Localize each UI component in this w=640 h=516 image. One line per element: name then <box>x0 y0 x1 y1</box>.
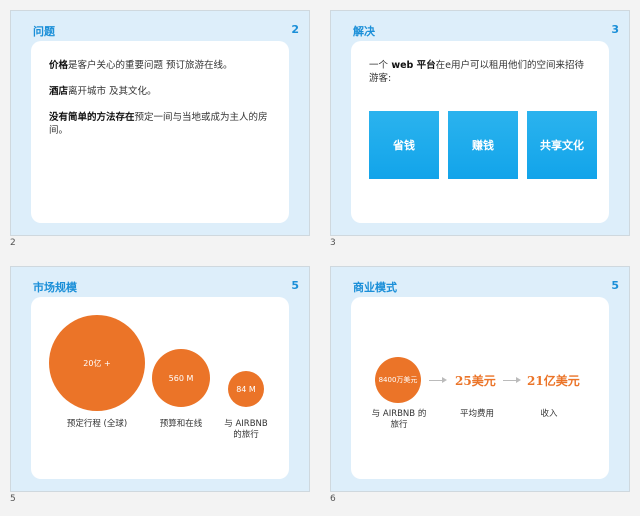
slide-card: 8400万美元 25美元 21亿美元 与 AIRBNB 的旅行 平均费用 收入 <box>351 297 609 479</box>
slide-thumbnail-business-model[interactable]: 商业模式 5 8400万美元 25美元 21亿美元 与 AIRBNB 的旅行 平… <box>330 266 630 492</box>
slide-index-label: 6 <box>330 494 336 504</box>
market-circle-small: 84 M <box>228 371 264 407</box>
revenue-circle: 8400万美元 <box>375 357 421 403</box>
slide-index-label: 2 <box>10 238 16 248</box>
business-caption-3: 收入 <box>540 409 558 419</box>
slide-index-label: 5 <box>10 494 16 504</box>
slide-card: 一个 web 平台在e用户可以租用他们的空间来招待游客: 省钱 赚钱 共享文化 <box>351 41 609 223</box>
average-fee-value: 25美元 <box>455 374 496 388</box>
business-caption-2: 平均费用 <box>459 409 494 419</box>
business-caption-1: 与 AIRBNB 的旅行 <box>371 409 427 430</box>
slide-thumbnail-solution[interactable]: 解决 3 一个 web 平台在e用户可以租用他们的空间来招待游客: 省钱 赚钱 … <box>330 10 630 236</box>
problem-paragraph-1: 价格是客户关心的重要问题 预订旅游在线。 <box>49 60 233 71</box>
slide-number: 2 <box>291 23 299 36</box>
problem-paragraph-3: 没有简单的方法存在预定一间与当地或成为主人的房间。 <box>49 112 268 136</box>
market-circle-large: 20亿 + <box>49 315 145 411</box>
solution-text: 一个 web 平台在e用户可以租用他们的空间来招待游客: <box>369 60 585 84</box>
market-caption-1: 预定行程 (全球) <box>66 419 128 429</box>
slide-number: 5 <box>611 279 619 292</box>
market-circle-medium: 560 M <box>152 349 210 407</box>
save-money-box: 省钱 <box>369 111 439 179</box>
slide-number: 5 <box>291 279 299 292</box>
slide-title: 解决 <box>353 25 375 38</box>
arrow-icon <box>503 377 521 383</box>
market-caption-2: 预算和在线 <box>159 419 203 429</box>
revenue-value: 21亿美元 <box>527 374 580 388</box>
slide-card: 20亿 + 预定行程 (全球) 560 M 预算和在线 84 M 与 AIRBN… <box>31 297 289 479</box>
market-caption-3: 与 AIRBNB 的旅行 <box>224 419 268 440</box>
slide-card: 价格是客户关心的重要问题 预订旅游在线。 酒店离开城市 及其文化。 没有简单的方… <box>31 41 289 223</box>
problem-paragraph-2: 酒店离开城市 及其文化。 <box>49 86 157 97</box>
earn-money-box: 赚钱 <box>448 111 518 179</box>
share-culture-box: 共享文化 <box>527 111 597 179</box>
slide-thumbnail-problem[interactable]: 问题 2 价格是客户关心的重要问题 预订旅游在线。 酒店离开城市 及其文化。 没… <box>10 10 310 236</box>
slide-title: 问题 <box>33 25 55 38</box>
slide-thumbnail-market-size[interactable]: 市场规模 5 20亿 + 预定行程 (全球) 560 M 预算和在线 84 M … <box>10 266 310 492</box>
slide-index-label: 3 <box>330 238 336 248</box>
slide-title: 商业模式 <box>353 281 397 294</box>
arrow-icon <box>429 377 447 383</box>
slide-number: 3 <box>611 23 619 36</box>
slide-title: 市场规模 <box>33 281 77 294</box>
